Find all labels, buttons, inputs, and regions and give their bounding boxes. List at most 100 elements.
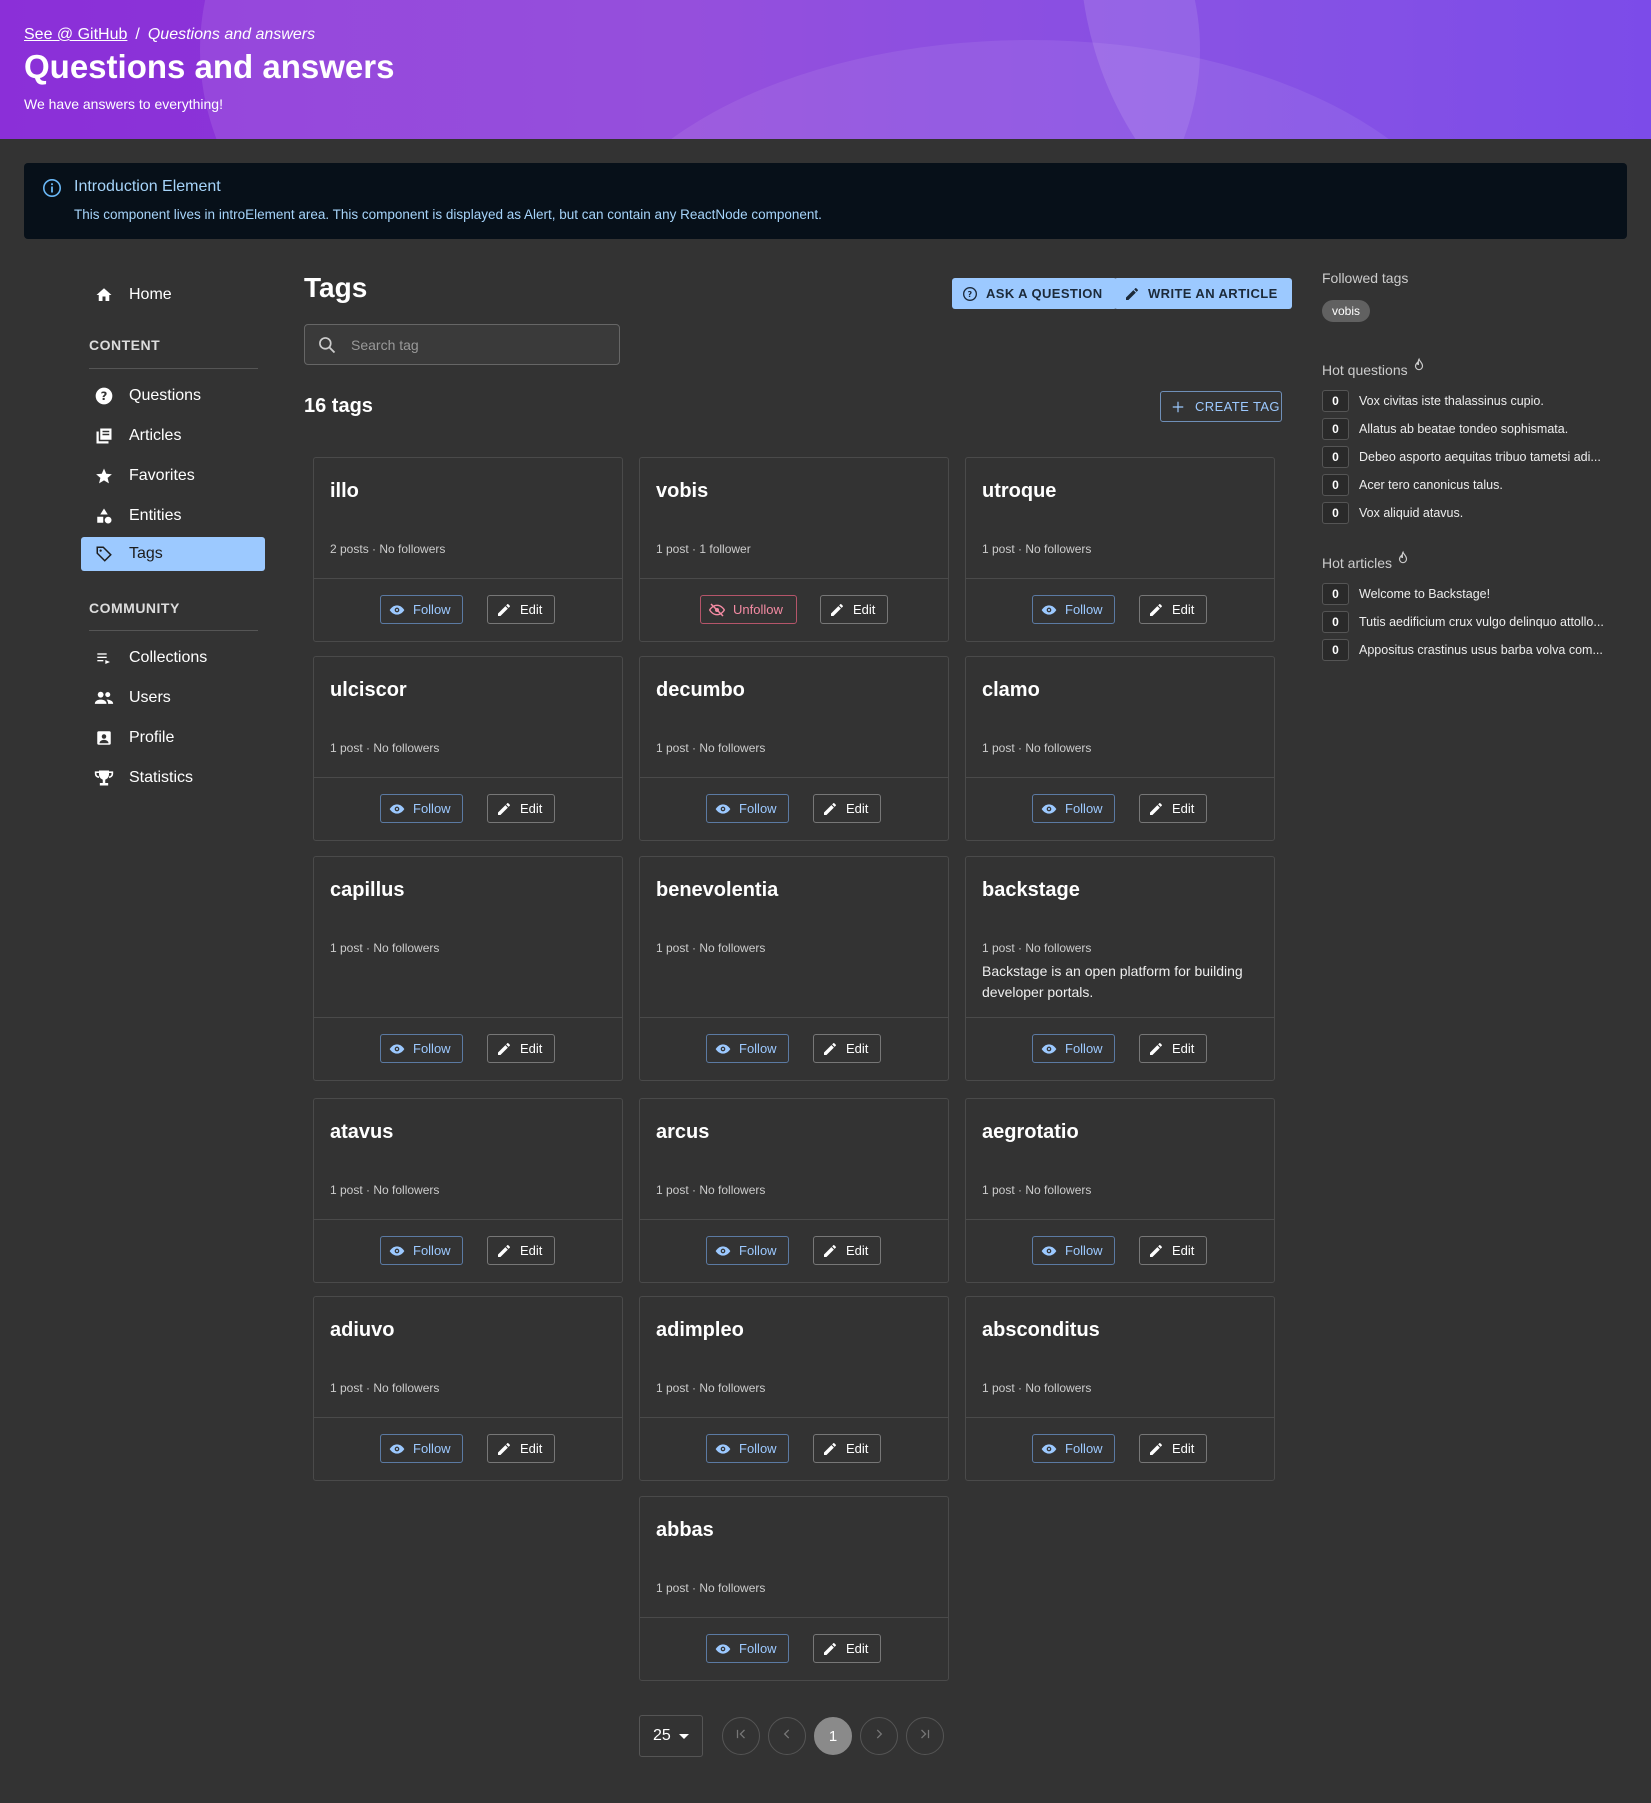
tag-name[interactable]: ulciscor — [330, 679, 407, 702]
followed-tags-heading: Followed tags — [1322, 270, 1409, 286]
tag-card: decumbo 1 post · No followers Follow Edit — [639, 656, 949, 841]
card-divider — [966, 1017, 1274, 1018]
follow-button[interactable]: Follow — [1032, 595, 1115, 624]
follow-button[interactable]: Follow — [380, 1034, 463, 1063]
github-link[interactable]: See @ GitHub — [24, 26, 127, 43]
hot-article-item[interactable]: 0 Welcome to Backstage! — [1322, 583, 1622, 605]
ask-question-button[interactable]: ? ASK A QUESTION — [952, 278, 1117, 309]
tag-name[interactable]: illo — [330, 480, 359, 503]
tag-name[interactable]: decumbo — [656, 679, 745, 702]
tag-name[interactable]: aegrotatio — [982, 1121, 1079, 1144]
hot-question-item[interactable]: 0 Debeo asporto aequitas tribuo tametsi a… — [1322, 446, 1622, 468]
sidebar-item-favorites[interactable]: Favorites — [81, 459, 265, 493]
edit-button[interactable]: Edit — [813, 1634, 881, 1663]
sidebar-item-questions[interactable]: ? Questions — [81, 379, 265, 413]
first-page-button[interactable] — [722, 1717, 760, 1755]
edit-button[interactable]: Edit — [813, 1034, 881, 1063]
info-icon — [42, 178, 62, 198]
edit-button[interactable]: Edit — [487, 1434, 555, 1463]
edit-button[interactable]: Edit — [813, 794, 881, 823]
follow-button[interactable]: Follow — [380, 1236, 463, 1265]
follow-label: Follow — [1065, 1041, 1103, 1056]
edit-button[interactable]: Edit — [1139, 1434, 1207, 1463]
unfollow-button[interactable]: Unfollow — [700, 595, 797, 624]
follow-button[interactable]: Follow — [706, 1034, 789, 1063]
tag-name[interactable]: atavus — [330, 1121, 393, 1144]
tag-meta: 1 post · No followers — [982, 1381, 1092, 1395]
edit-button[interactable]: Edit — [813, 1434, 881, 1463]
sidebar-item-entities[interactable]: Entities — [81, 499, 265, 533]
follow-label: Follow — [1065, 1441, 1103, 1456]
next-page-button[interactable] — [860, 1717, 898, 1755]
hot-article-item[interactable]: 0 Appositus crastinus usus barba volva co… — [1322, 639, 1622, 661]
create-tag-button[interactable]: CREATE TAG — [1160, 391, 1282, 422]
pencil-icon — [822, 1243, 838, 1259]
edit-button[interactable]: Edit — [487, 1236, 555, 1265]
tag-name[interactable]: absconditus — [982, 1319, 1100, 1342]
follow-button[interactable]: Follow — [380, 595, 463, 624]
sidebar-item-statistics[interactable]: Statistics — [81, 761, 265, 795]
follow-button[interactable]: Follow — [1032, 1434, 1115, 1463]
follow-button[interactable]: Follow — [706, 1236, 789, 1265]
sidebar-item-label: Users — [129, 689, 171, 706]
divider — [89, 630, 258, 631]
hot-questions-label: Hot questions — [1322, 362, 1408, 378]
page-size-select[interactable]: 25 — [639, 1715, 703, 1757]
sidebar-item-articles[interactable]: Articles — [81, 419, 265, 453]
tag-card: adimpleo 1 post · No followers Follow Edit — [639, 1296, 949, 1481]
tag-name[interactable]: arcus — [656, 1121, 709, 1144]
hot-article-item[interactable]: 0 Tutis aedificium crux vulgo delinquo at… — [1322, 611, 1622, 633]
edit-button[interactable]: Edit — [820, 595, 888, 624]
hot-question-item[interactable]: 0 Acer tero canonicus talus. — [1322, 474, 1622, 496]
tag-name[interactable]: capillus — [330, 879, 404, 902]
sidebar-item-users[interactable]: Users — [81, 681, 265, 715]
eye-icon — [715, 1243, 731, 1259]
tag-name[interactable]: clamo — [982, 679, 1040, 702]
tag-name[interactable]: adimpleo — [656, 1319, 744, 1342]
tag-name[interactable]: abbas — [656, 1519, 714, 1542]
follow-button[interactable]: Follow — [706, 794, 789, 823]
tag-meta: 1 post · 1 follower — [656, 542, 751, 556]
follow-button[interactable]: Follow — [380, 794, 463, 823]
hot-question-item[interactable]: 0 Vox aliquid atavus. — [1322, 502, 1622, 524]
edit-button[interactable]: Edit — [1139, 1236, 1207, 1265]
tag-name[interactable]: backstage — [982, 879, 1080, 902]
tag-meta: 1 post · No followers — [330, 741, 440, 755]
follow-button[interactable]: Follow — [1032, 1034, 1115, 1063]
tag-card: backstage 1 post · No followers Backstage … — [965, 856, 1275, 1081]
followed-tag-chip[interactable]: vobis — [1322, 300, 1371, 322]
sidebar-item-collections[interactable]: Collections — [81, 641, 265, 675]
tag-card: capillus 1 post · No followers Follow Edit — [313, 856, 623, 1081]
page-button-current[interactable]: 1 — [814, 1717, 852, 1755]
tag-name[interactable]: vobis — [656, 480, 708, 503]
edit-button[interactable]: Edit — [1139, 1034, 1207, 1063]
tag-name[interactable]: utroque — [982, 480, 1056, 503]
card-divider — [640, 1417, 948, 1418]
edit-button[interactable]: Edit — [487, 595, 555, 624]
edit-button[interactable]: Edit — [487, 1034, 555, 1063]
follow-button[interactable]: Follow — [380, 1434, 463, 1463]
hot-question-item[interactable]: 0 Allatus ab beatae tondeo sophismata. — [1322, 418, 1622, 440]
chevron-right-icon — [872, 1727, 886, 1745]
hot-question-item[interactable]: 0 Vox civitas iste thalassinus cupio. — [1322, 390, 1622, 412]
edit-button[interactable]: Edit — [813, 1236, 881, 1265]
sidebar-item-label: Collections — [129, 649, 208, 666]
write-article-button[interactable]: WRITE AN ARTICLE — [1114, 278, 1292, 309]
follow-button[interactable]: Follow — [1032, 1236, 1115, 1265]
edit-button[interactable]: Edit — [487, 794, 555, 823]
follow-button[interactable]: Follow — [706, 1634, 789, 1663]
search-input[interactable] — [351, 333, 611, 357]
tag-name[interactable]: adiuvo — [330, 1319, 394, 1342]
follow-label: Follow — [1065, 801, 1103, 816]
sidebar-item-home[interactable]: Home — [81, 278, 265, 312]
edit-button[interactable]: Edit — [1139, 794, 1207, 823]
edit-button[interactable]: Edit — [1139, 595, 1207, 624]
prev-page-button[interactable] — [768, 1717, 806, 1755]
follow-button[interactable]: Follow — [706, 1434, 789, 1463]
tag-name[interactable]: benevolentia — [656, 879, 778, 902]
breadcrumb: See @ GitHub / Questions and answers — [24, 26, 315, 44]
follow-button[interactable]: Follow — [1032, 794, 1115, 823]
last-page-button[interactable] — [906, 1717, 944, 1755]
sidebar-item-profile[interactable]: Profile — [81, 721, 265, 755]
sidebar-item-tags[interactable]: Tags — [81, 537, 265, 571]
